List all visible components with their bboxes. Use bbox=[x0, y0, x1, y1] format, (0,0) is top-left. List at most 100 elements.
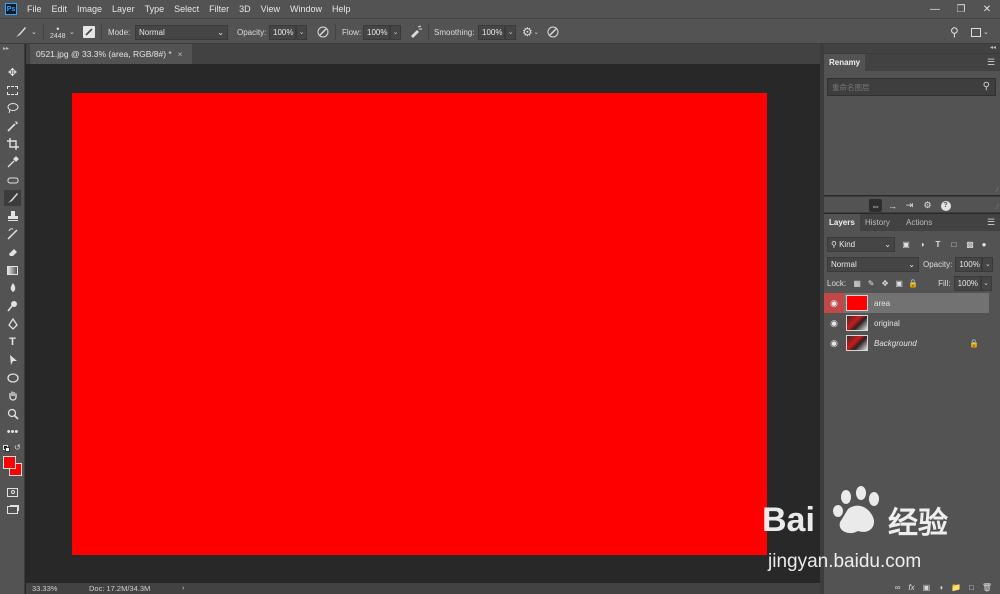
document-canvas[interactable] bbox=[72, 93, 767, 555]
menu-view[interactable]: View bbox=[261, 4, 280, 14]
tab-layers[interactable]: Layers bbox=[824, 214, 860, 231]
shape-filter-icon[interactable]: □ bbox=[949, 240, 959, 250]
chevron-down-icon[interactable]: ⌄ bbox=[296, 24, 307, 40]
smoothing-input[interactable]: 100% ⌄ bbox=[478, 19, 516, 45]
hand-tool-icon[interactable] bbox=[4, 388, 21, 404]
filter-toggle-icon[interactable]: ● bbox=[979, 240, 989, 250]
brush-tool-icon[interactable] bbox=[4, 190, 21, 206]
lasso-tool-icon[interactable] bbox=[4, 100, 21, 116]
menu-help[interactable]: Help bbox=[332, 4, 351, 14]
tab-renamy[interactable]: Renamy bbox=[824, 54, 866, 71]
canvas-area[interactable] bbox=[26, 64, 820, 583]
menu-window[interactable]: Window bbox=[290, 4, 322, 14]
layer-row-background[interactable]: ◉ Background 🔒 bbox=[824, 333, 989, 353]
blur-tool-icon[interactable] bbox=[4, 280, 21, 296]
eyedropper-tool-icon[interactable] bbox=[4, 154, 21, 170]
adjustment-layer-icon[interactable]: ◑ bbox=[938, 583, 943, 592]
pressure-size-button[interactable] bbox=[546, 19, 560, 45]
info-icon[interactable]: ? bbox=[939, 199, 952, 212]
lock-paint-icon[interactable]: ✎ bbox=[866, 278, 876, 288]
layer-row-original[interactable]: ◉ original bbox=[824, 313, 989, 333]
collapse-arrows-icon[interactable]: ◂◂ bbox=[990, 44, 996, 51]
status-menu-arrow[interactable]: › bbox=[182, 583, 185, 592]
eraser-tool-icon[interactable] bbox=[4, 244, 21, 260]
search-icon[interactable]: ⚲ bbox=[950, 19, 959, 45]
history-brush-tool-icon[interactable] bbox=[4, 226, 21, 242]
lock-artboard-icon[interactable]: ▣ bbox=[894, 278, 904, 288]
zoom-tool-icon[interactable] bbox=[4, 406, 21, 422]
new-group-icon[interactable]: 📁 bbox=[951, 583, 961, 592]
brush-tool-preset[interactable]: ⌄ bbox=[14, 19, 37, 45]
new-layer-icon[interactable]: □ bbox=[969, 583, 974, 592]
layer-opacity-input[interactable]: 100% bbox=[955, 256, 983, 272]
add-mask-icon[interactable]: ▣ bbox=[923, 583, 931, 592]
type-tool-icon[interactable]: T bbox=[4, 334, 21, 350]
chevron-down-icon[interactable]: ⌄ bbox=[505, 24, 516, 40]
eye-icon[interactable]: ◉ bbox=[824, 333, 844, 353]
search-icon[interactable]: ⚲ bbox=[983, 81, 990, 92]
link-layers-icon[interactable]: ∞ bbox=[895, 583, 901, 592]
chevron-down-icon[interactable]: ⌄ bbox=[982, 256, 994, 272]
pressure-opacity-button[interactable] bbox=[316, 19, 330, 45]
move-tool-icon[interactable]: ✥ bbox=[4, 64, 21, 80]
type-filter-icon[interactable]: T bbox=[933, 240, 943, 250]
menu-select[interactable]: Select bbox=[174, 4, 199, 14]
lock-position-icon[interactable]: ✥ bbox=[880, 278, 890, 288]
default-colors-icon[interactable] bbox=[3, 445, 10, 452]
tab-history[interactable]: History bbox=[860, 214, 895, 231]
adjustment-filter-icon[interactable]: ◑ bbox=[917, 240, 927, 250]
lock-all-icon[interactable]: 🔒 bbox=[908, 278, 918, 288]
trash-icon[interactable]: 🗑 bbox=[982, 583, 992, 592]
eye-icon[interactable]: ◉ bbox=[824, 313, 844, 333]
panel-menu-icon[interactable]: ☰ bbox=[987, 57, 996, 68]
pen-tool-icon[interactable] bbox=[4, 316, 21, 332]
eye-icon[interactable]: ◉ bbox=[824, 293, 844, 313]
path-selection-tool-icon[interactable] bbox=[4, 352, 21, 368]
layer-row-area[interactable]: ◉ area bbox=[824, 293, 989, 313]
menu-filter[interactable]: Filter bbox=[209, 4, 229, 14]
gear-icon[interactable]: ⚙ bbox=[921, 199, 934, 212]
ellipse-tool-icon[interactable] bbox=[4, 370, 21, 386]
resize-grip-icon[interactable]: ∕ bbox=[997, 204, 998, 211]
maximize-button[interactable]: ❐ bbox=[948, 0, 974, 18]
lock-icon[interactable]: 🔒 bbox=[969, 339, 979, 348]
foreground-color-swatch[interactable] bbox=[3, 456, 16, 469]
more-tools-icon[interactable]: ••• bbox=[4, 424, 21, 440]
airbrush-button[interactable] bbox=[408, 19, 423, 45]
rename-icon[interactable]: ⇔ bbox=[869, 199, 882, 212]
healing-brush-tool-icon[interactable] bbox=[4, 172, 21, 188]
screen-mode-icon[interactable] bbox=[4, 502, 21, 518]
mode-select[interactable]: Normal ⌄ bbox=[135, 19, 228, 45]
chevron-down-icon[interactable]: ⌄ bbox=[69, 19, 75, 45]
zoom-level[interactable]: 33.33% bbox=[32, 584, 57, 593]
fx-button[interactable]: fx bbox=[908, 583, 914, 592]
menu-edit[interactable]: Edit bbox=[52, 4, 68, 14]
gradient-tool-icon[interactable] bbox=[4, 262, 21, 278]
workspace-switcher[interactable]: ⌄ bbox=[971, 19, 989, 45]
brush-settings-toggle[interactable] bbox=[83, 19, 95, 45]
minimize-button[interactable]: — bbox=[922, 0, 948, 18]
collapse-arrows-icon[interactable]: ▸▸ bbox=[3, 45, 9, 52]
panel-menu-icon[interactable]: ☰ bbox=[987, 217, 996, 228]
magic-wand-tool-icon[interactable] bbox=[4, 118, 21, 134]
document-tab[interactable]: 0521.jpg @ 33.3% (area, RGB/8#) * × bbox=[30, 44, 192, 64]
brush-size-picker[interactable]: • 2448 bbox=[50, 19, 66, 45]
opacity-input[interactable]: 100% ⌄ bbox=[269, 19, 307, 45]
dodge-tool-icon[interactable] bbox=[4, 298, 21, 314]
crop-tool-icon[interactable] bbox=[4, 136, 21, 152]
fill-input[interactable]: 100% bbox=[953, 275, 981, 291]
quick-mask-icon[interactable] bbox=[4, 484, 21, 500]
rename-search-input[interactable]: 重命名图层 ⚲ bbox=[827, 78, 996, 96]
chevron-down-icon[interactable]: ⌄ bbox=[390, 24, 401, 40]
resize-grip-icon[interactable]: ∕ bbox=[997, 187, 998, 194]
lock-pixels-icon[interactable]: ▦ bbox=[852, 278, 862, 288]
close-icon[interactable]: × bbox=[178, 50, 183, 59]
close-window-button[interactable]: ✕ bbox=[974, 0, 1000, 18]
menu-3d[interactable]: 3D bbox=[239, 4, 251, 14]
marquee-tool-icon[interactable] bbox=[4, 82, 21, 98]
menu-file[interactable]: File bbox=[27, 4, 42, 14]
export-icon[interactable]: ⇥ bbox=[903, 199, 916, 212]
smart-object-filter-icon[interactable]: ▩ bbox=[965, 240, 975, 250]
menu-type[interactable]: Type bbox=[145, 4, 165, 14]
menu-layer[interactable]: Layer bbox=[112, 4, 135, 14]
